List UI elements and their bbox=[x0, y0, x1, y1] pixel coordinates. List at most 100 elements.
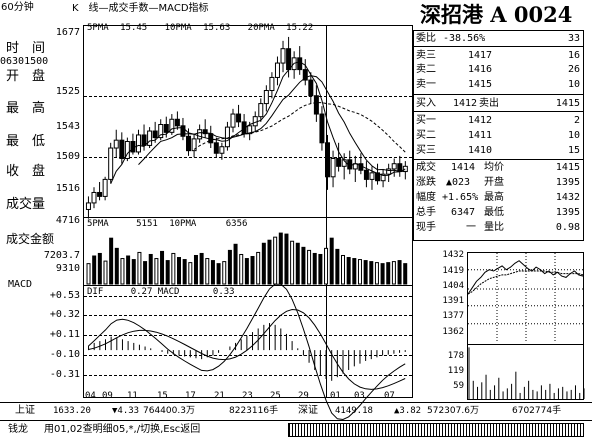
stat-value: 1395 bbox=[555, 207, 580, 218]
mini-vol-tick: 119 bbox=[447, 366, 464, 376]
bid-label: 买三 bbox=[416, 145, 436, 156]
volume-bar bbox=[290, 240, 295, 285]
macd-tick: -0.10 bbox=[49, 349, 80, 360]
weibi-diff: 33 bbox=[567, 33, 580, 44]
candle-body bbox=[313, 95, 319, 115]
candle-body bbox=[119, 139, 125, 159]
volume-bar bbox=[188, 262, 193, 285]
candle-body bbox=[224, 126, 230, 148]
kline-chart[interactable] bbox=[84, 33, 412, 219]
volume-bar bbox=[233, 243, 238, 285]
bid-label: 买一 bbox=[416, 115, 436, 126]
ask-qty: 10 bbox=[567, 79, 580, 90]
candle-body bbox=[213, 142, 219, 154]
candle-body bbox=[363, 169, 369, 180]
candle-body bbox=[174, 118, 180, 127]
volume-bar bbox=[210, 260, 215, 285]
volume-bar bbox=[160, 250, 165, 285]
candle-body bbox=[274, 62, 280, 78]
command-input[interactable] bbox=[288, 423, 584, 437]
macd-tick: +0.11 bbox=[49, 329, 80, 340]
period-label[interactable]: 60分钟 bbox=[1, 2, 34, 13]
stat-label: 开盘 bbox=[484, 177, 504, 188]
volume-bar bbox=[114, 247, 119, 285]
ask-label: 卖二 bbox=[416, 64, 436, 75]
ma5-value: 15.45 bbox=[120, 23, 148, 33]
volume-bar bbox=[261, 242, 266, 285]
x-tick: 11 bbox=[127, 391, 138, 401]
volume-bar bbox=[126, 255, 131, 285]
ask-label: 卖三 bbox=[416, 50, 436, 61]
volume-bar bbox=[346, 257, 351, 285]
weibi-value: -38.56% bbox=[443, 33, 486, 44]
volume-bar bbox=[267, 239, 272, 285]
candle-body bbox=[319, 113, 325, 144]
weibi-label: 委比 bbox=[416, 33, 436, 44]
divider bbox=[414, 111, 584, 112]
ma20-value: 15.22 bbox=[286, 23, 314, 33]
bid-qty: 2 bbox=[573, 115, 580, 126]
ask-qty: 26 bbox=[567, 64, 580, 75]
candle-body bbox=[230, 113, 236, 128]
candle-body bbox=[286, 48, 292, 71]
candle-body bbox=[130, 140, 136, 153]
candle-body bbox=[258, 103, 264, 118]
time-label: 时 间 bbox=[6, 41, 46, 56]
volume-bar bbox=[357, 259, 362, 285]
volume-bar bbox=[318, 253, 323, 285]
volume-chart[interactable] bbox=[84, 228, 412, 285]
volume-bar bbox=[205, 258, 210, 285]
volume-bar bbox=[131, 259, 136, 285]
stock-title: 深招港 A 0024 bbox=[420, 2, 573, 27]
candle-body bbox=[135, 134, 141, 153]
ma20-label: 20PMA bbox=[247, 23, 275, 33]
volume-bar bbox=[97, 252, 102, 285]
volume-bar bbox=[92, 255, 97, 285]
volume-bar bbox=[120, 258, 125, 285]
x-tick: 03 bbox=[354, 391, 365, 401]
bid-qty: 10 bbox=[567, 130, 580, 141]
candle-body bbox=[163, 124, 169, 133]
macd-label: MACD bbox=[8, 279, 33, 290]
divider bbox=[414, 46, 584, 47]
stat-label: 均价 bbox=[484, 162, 504, 173]
ask-label: 卖一 bbox=[416, 79, 436, 90]
index2-change: ▲3.82 bbox=[394, 406, 422, 416]
volume-bar bbox=[109, 237, 114, 285]
mini-vol-tick: 59 bbox=[453, 381, 464, 391]
volume-value: 4716 bbox=[55, 215, 80, 226]
volume-bar bbox=[86, 263, 91, 285]
mini-price-tick: 1404 bbox=[442, 281, 464, 291]
time-value: 06301500 bbox=[0, 56, 49, 67]
volume-bar bbox=[193, 254, 198, 285]
x-tick: 09 bbox=[102, 391, 113, 401]
x-tick: 15 bbox=[157, 391, 168, 401]
bid-label: 买二 bbox=[416, 130, 436, 141]
candle-body bbox=[152, 130, 158, 139]
x-tick: 01 bbox=[330, 391, 341, 401]
x-tick: 23 bbox=[242, 391, 253, 401]
x-tick: 21 bbox=[214, 391, 225, 401]
candle-body bbox=[297, 57, 303, 71]
volume-bar bbox=[199, 252, 204, 285]
low-label: 最 低 bbox=[6, 134, 46, 149]
intraday-chart[interactable] bbox=[467, 253, 585, 399]
candle-body bbox=[208, 133, 214, 144]
volume-bar bbox=[301, 246, 306, 285]
volume-label: 成交量 bbox=[6, 197, 46, 212]
volume-bar bbox=[171, 252, 176, 285]
x-tick: 25 bbox=[270, 391, 281, 401]
chart-title: K 线—成交手数—MACD指标 bbox=[72, 3, 209, 14]
stat-value: 6347 bbox=[451, 207, 476, 218]
ticker-top bbox=[0, 402, 592, 403]
candle-body bbox=[91, 191, 97, 204]
candle-body bbox=[369, 172, 375, 180]
macd-chart[interactable] bbox=[84, 283, 412, 421]
mini-price-tick: 1377 bbox=[442, 311, 464, 321]
volume-bar bbox=[397, 260, 402, 285]
x-tick: 07 bbox=[384, 391, 395, 401]
amount-value: 7203.7 bbox=[43, 250, 80, 261]
volume-bar bbox=[143, 261, 148, 285]
candle-body bbox=[252, 116, 258, 127]
ask-price: 1417 bbox=[468, 50, 493, 61]
